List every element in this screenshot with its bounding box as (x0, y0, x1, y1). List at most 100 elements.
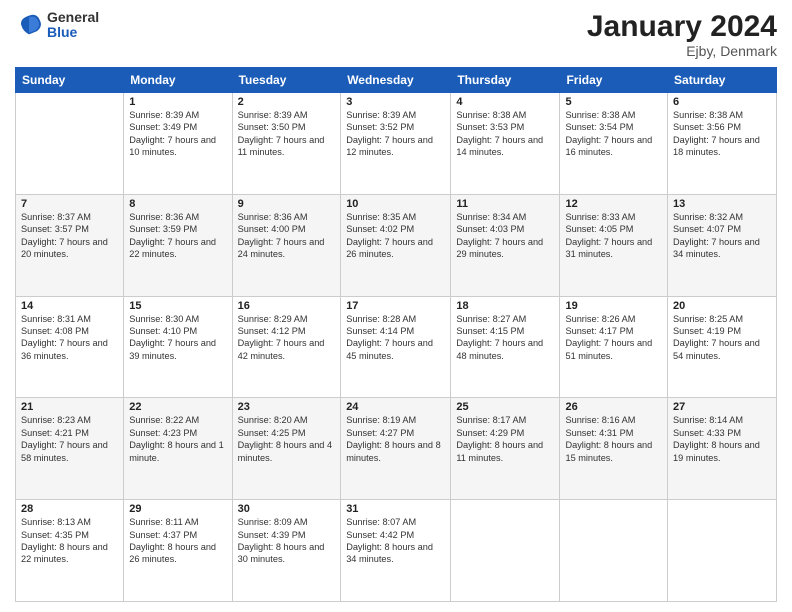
day-cell: 4Sunrise: 8:38 AM Sunset: 3:53 PM Daylig… (451, 93, 560, 195)
calendar-header: Sunday Monday Tuesday Wednesday Thursday… (16, 68, 777, 93)
day-info: Sunrise: 8:36 AM Sunset: 4:00 PM Dayligh… (238, 211, 336, 261)
day-cell (668, 500, 777, 602)
day-info: Sunrise: 8:14 AM Sunset: 4:33 PM Dayligh… (673, 414, 771, 464)
month-title: January 2024 (587, 10, 777, 43)
col-tuesday: Tuesday (232, 68, 341, 93)
day-cell: 21Sunrise: 8:23 AM Sunset: 4:21 PM Dayli… (16, 398, 124, 500)
day-cell: 30Sunrise: 8:09 AM Sunset: 4:39 PM Dayli… (232, 500, 341, 602)
day-number: 24 (346, 401, 445, 413)
page: General Blue January 2024 Ejby, Denmark … (0, 0, 792, 612)
day-cell: 16Sunrise: 8:29 AM Sunset: 4:12 PM Dayli… (232, 296, 341, 398)
logo-text: General Blue (47, 10, 99, 41)
day-info: Sunrise: 8:39 AM Sunset: 3:50 PM Dayligh… (238, 109, 336, 159)
day-info: Sunrise: 8:32 AM Sunset: 4:07 PM Dayligh… (673, 211, 771, 261)
day-number: 26 (565, 401, 662, 413)
day-number: 2 (238, 96, 336, 108)
col-thursday: Thursday (451, 68, 560, 93)
title-area: January 2024 Ejby, Denmark (587, 10, 777, 59)
day-cell: 31Sunrise: 8:07 AM Sunset: 4:42 PM Dayli… (341, 500, 451, 602)
day-cell: 20Sunrise: 8:25 AM Sunset: 4:19 PM Dayli… (668, 296, 777, 398)
day-info: Sunrise: 8:35 AM Sunset: 4:02 PM Dayligh… (346, 211, 445, 261)
day-number: 16 (238, 300, 336, 312)
day-cell: 14Sunrise: 8:31 AM Sunset: 4:08 PM Dayli… (16, 296, 124, 398)
day-number: 7 (21, 198, 118, 210)
day-cell: 22Sunrise: 8:22 AM Sunset: 4:23 PM Dayli… (124, 398, 232, 500)
week-row-1: 1Sunrise: 8:39 AM Sunset: 3:49 PM Daylig… (16, 93, 777, 195)
logo-icon (15, 11, 43, 39)
location: Ejby, Denmark (587, 43, 777, 59)
day-number: 25 (456, 401, 554, 413)
day-cell: 19Sunrise: 8:26 AM Sunset: 4:17 PM Dayli… (560, 296, 668, 398)
day-number: 6 (673, 96, 771, 108)
day-cell: 1Sunrise: 8:39 AM Sunset: 3:49 PM Daylig… (124, 93, 232, 195)
day-cell: 9Sunrise: 8:36 AM Sunset: 4:00 PM Daylig… (232, 194, 341, 296)
day-info: Sunrise: 8:30 AM Sunset: 4:10 PM Dayligh… (129, 313, 226, 363)
day-number: 10 (346, 198, 445, 210)
logo-general: General (47, 10, 99, 25)
logo-blue: Blue (47, 25, 99, 40)
day-info: Sunrise: 8:39 AM Sunset: 3:52 PM Dayligh… (346, 109, 445, 159)
logo: General Blue (15, 10, 99, 41)
day-info: Sunrise: 8:22 AM Sunset: 4:23 PM Dayligh… (129, 414, 226, 464)
day-cell: 18Sunrise: 8:27 AM Sunset: 4:15 PM Dayli… (451, 296, 560, 398)
day-number: 31 (346, 503, 445, 515)
day-number: 23 (238, 401, 336, 413)
week-row-4: 21Sunrise: 8:23 AM Sunset: 4:21 PM Dayli… (16, 398, 777, 500)
day-cell: 6Sunrise: 8:38 AM Sunset: 3:56 PM Daylig… (668, 93, 777, 195)
day-cell: 2Sunrise: 8:39 AM Sunset: 3:50 PM Daylig… (232, 93, 341, 195)
day-cell: 15Sunrise: 8:30 AM Sunset: 4:10 PM Dayli… (124, 296, 232, 398)
day-number: 8 (129, 198, 226, 210)
day-cell: 5Sunrise: 8:38 AM Sunset: 3:54 PM Daylig… (560, 93, 668, 195)
day-info: Sunrise: 8:39 AM Sunset: 3:49 PM Dayligh… (129, 109, 226, 159)
day-cell: 23Sunrise: 8:20 AM Sunset: 4:25 PM Dayli… (232, 398, 341, 500)
day-info: Sunrise: 8:26 AM Sunset: 4:17 PM Dayligh… (565, 313, 662, 363)
day-info: Sunrise: 8:11 AM Sunset: 4:37 PM Dayligh… (129, 516, 226, 566)
day-info: Sunrise: 8:13 AM Sunset: 4:35 PM Dayligh… (21, 516, 118, 566)
day-info: Sunrise: 8:27 AM Sunset: 4:15 PM Dayligh… (456, 313, 554, 363)
day-info: Sunrise: 8:07 AM Sunset: 4:42 PM Dayligh… (346, 516, 445, 566)
day-cell: 25Sunrise: 8:17 AM Sunset: 4:29 PM Dayli… (451, 398, 560, 500)
day-number: 9 (238, 198, 336, 210)
day-cell: 29Sunrise: 8:11 AM Sunset: 4:37 PM Dayli… (124, 500, 232, 602)
col-wednesday: Wednesday (341, 68, 451, 93)
day-info: Sunrise: 8:20 AM Sunset: 4:25 PM Dayligh… (238, 414, 336, 464)
col-sunday: Sunday (16, 68, 124, 93)
week-row-5: 28Sunrise: 8:13 AM Sunset: 4:35 PM Dayli… (16, 500, 777, 602)
day-cell: 13Sunrise: 8:32 AM Sunset: 4:07 PM Dayli… (668, 194, 777, 296)
day-info: Sunrise: 8:37 AM Sunset: 3:57 PM Dayligh… (21, 211, 118, 261)
col-monday: Monday (124, 68, 232, 93)
day-info: Sunrise: 8:28 AM Sunset: 4:14 PM Dayligh… (346, 313, 445, 363)
day-number: 21 (21, 401, 118, 413)
col-friday: Friday (560, 68, 668, 93)
day-info: Sunrise: 8:19 AM Sunset: 4:27 PM Dayligh… (346, 414, 445, 464)
day-info: Sunrise: 8:09 AM Sunset: 4:39 PM Dayligh… (238, 516, 336, 566)
week-row-2: 7Sunrise: 8:37 AM Sunset: 3:57 PM Daylig… (16, 194, 777, 296)
header: General Blue January 2024 Ejby, Denmark (15, 10, 777, 59)
day-cell: 26Sunrise: 8:16 AM Sunset: 4:31 PM Dayli… (560, 398, 668, 500)
day-cell: 7Sunrise: 8:37 AM Sunset: 3:57 PM Daylig… (16, 194, 124, 296)
day-number: 27 (673, 401, 771, 413)
day-cell: 8Sunrise: 8:36 AM Sunset: 3:59 PM Daylig… (124, 194, 232, 296)
day-number: 3 (346, 96, 445, 108)
day-info: Sunrise: 8:33 AM Sunset: 4:05 PM Dayligh… (565, 211, 662, 261)
day-number: 12 (565, 198, 662, 210)
calendar-table: Sunday Monday Tuesday Wednesday Thursday… (15, 67, 777, 602)
day-info: Sunrise: 8:38 AM Sunset: 3:54 PM Dayligh… (565, 109, 662, 159)
day-number: 14 (21, 300, 118, 312)
day-number: 22 (129, 401, 226, 413)
day-info: Sunrise: 8:29 AM Sunset: 4:12 PM Dayligh… (238, 313, 336, 363)
day-info: Sunrise: 8:25 AM Sunset: 4:19 PM Dayligh… (673, 313, 771, 363)
day-number: 20 (673, 300, 771, 312)
day-number: 17 (346, 300, 445, 312)
col-saturday: Saturday (668, 68, 777, 93)
day-cell (451, 500, 560, 602)
day-cell: 17Sunrise: 8:28 AM Sunset: 4:14 PM Dayli… (341, 296, 451, 398)
day-number: 18 (456, 300, 554, 312)
day-info: Sunrise: 8:31 AM Sunset: 4:08 PM Dayligh… (21, 313, 118, 363)
day-number: 13 (673, 198, 771, 210)
day-info: Sunrise: 8:38 AM Sunset: 3:56 PM Dayligh… (673, 109, 771, 159)
day-cell: 10Sunrise: 8:35 AM Sunset: 4:02 PM Dayli… (341, 194, 451, 296)
header-row: Sunday Monday Tuesday Wednesday Thursday… (16, 68, 777, 93)
day-info: Sunrise: 8:38 AM Sunset: 3:53 PM Dayligh… (456, 109, 554, 159)
day-number: 30 (238, 503, 336, 515)
